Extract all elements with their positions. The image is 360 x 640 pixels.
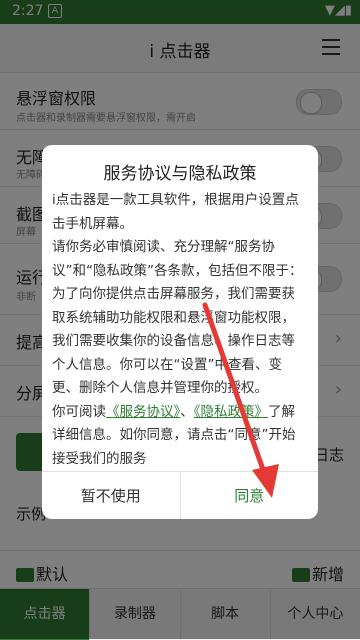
- dialog-paragraph-3: 你可阅读《服务协议》、《隐私政策》了解详细信息。如你同意，请点击“同意”开始接受…: [52, 401, 308, 472]
- dialog-paragraph-1: i点击器是一款工具软件，根据用户设置点击手机屏幕。: [52, 192, 299, 232]
- read-prefix: 你可阅读: [52, 403, 106, 420]
- decline-button[interactable]: 暂不使用: [42, 472, 181, 519]
- dialog-paragraph-2: 请你务必审慎阅读、充分理解“服务协议”和“隐私政策”各条款，包括但不限于：为了向…: [52, 239, 303, 396]
- agree-button[interactable]: 同意: [181, 472, 319, 519]
- dialog-footer: 暂不使用 同意: [42, 471, 318, 519]
- dialog-body: i点击器是一款工具软件，根据用户设置点击手机屏幕。 请你务必审慎阅读、充分理解“…: [52, 189, 308, 471]
- service-agreement-link[interactable]: 《服务协议》: [106, 404, 180, 420]
- dialog-title: 服务协议与隐私政策: [103, 164, 257, 184]
- privacy-policy-link[interactable]: 《隐私政策》: [194, 404, 268, 420]
- privacy-dialog: 服务协议与隐私政策 i点击器是一款工具软件，根据用户设置点击手机屏幕。 请你务必…: [42, 145, 318, 519]
- link-separator: 、: [180, 403, 194, 420]
